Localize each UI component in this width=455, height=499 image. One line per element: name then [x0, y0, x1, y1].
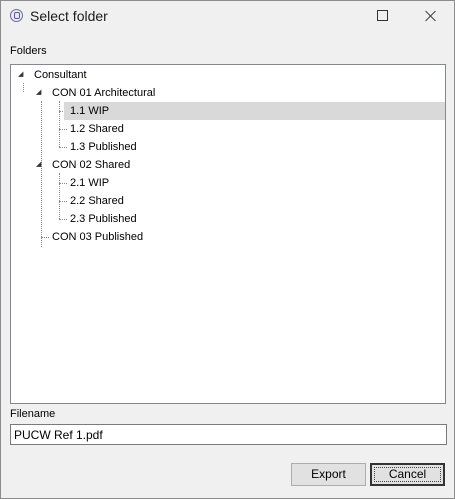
cancel-button[interactable]: Cancel — [370, 463, 445, 486]
filename-input[interactable] — [10, 424, 447, 445]
export-button[interactable]: Export — [291, 463, 366, 486]
tree-node-2-3-published[interactable]: 2.3 Published — [11, 210, 441, 228]
tree-node-consultant[interactable]: ◢ Consultant — [11, 66, 441, 84]
close-button[interactable] — [408, 1, 454, 32]
tree-node-1-2-shared[interactable]: 1.2 Shared — [11, 120, 441, 138]
tree-node-1-1-wip[interactable]: 1.1 WIP — [11, 102, 445, 120]
tree-node-con02[interactable]: ◢ CON 02 Shared — [11, 156, 441, 174]
tree-node-label: 2.2 Shared — [70, 195, 124, 207]
select-folder-dialog: Select folder Folders ◢ Consultant ◢ CON… — [0, 0, 455, 499]
maximize-button[interactable] — [358, 1, 404, 32]
filename-label: Filename — [10, 408, 56, 420]
tree-node-label: 1.1 WIP — [70, 105, 110, 117]
folders-label: Folders — [10, 45, 47, 57]
collapse-arrow-icon[interactable]: ◢ — [36, 156, 41, 174]
selection-highlight — [64, 102, 445, 120]
tree-node-2-1-wip[interactable]: 2.1 WIP — [11, 174, 441, 192]
tree-node-label: 1.2 Shared — [70, 123, 124, 135]
tree-node-label: 1.3 Published — [70, 141, 137, 153]
folder-tree[interactable]: ◢ Consultant ◢ CON 01 Architectural 1.1 … — [10, 64, 446, 404]
tree-node-label: CON 01 Architectural — [52, 87, 156, 99]
tree-node-con03[interactable]: CON 03 Published — [11, 228, 441, 246]
window-title: Select folder — [30, 8, 108, 24]
tree-node-label: Consultant — [34, 69, 87, 81]
collapse-arrow-icon[interactable]: ◢ — [18, 66, 23, 84]
tree-node-2-2-shared[interactable]: 2.2 Shared — [11, 192, 441, 210]
collapse-arrow-icon[interactable]: ◢ — [36, 84, 41, 102]
app-icon — [10, 9, 23, 22]
tree-node-1-3-published[interactable]: 1.3 Published — [11, 138, 441, 156]
tree-node-label: 2.3 Published — [70, 213, 137, 225]
tree-node-con01[interactable]: ◢ CON 01 Architectural — [11, 84, 441, 102]
tree-node-label: CON 03 Published — [52, 231, 144, 243]
tree-node-label: 2.1 WIP — [70, 177, 110, 189]
title-bar: Select folder — [1, 1, 454, 32]
tree-node-label: CON 02 Shared — [52, 159, 131, 171]
